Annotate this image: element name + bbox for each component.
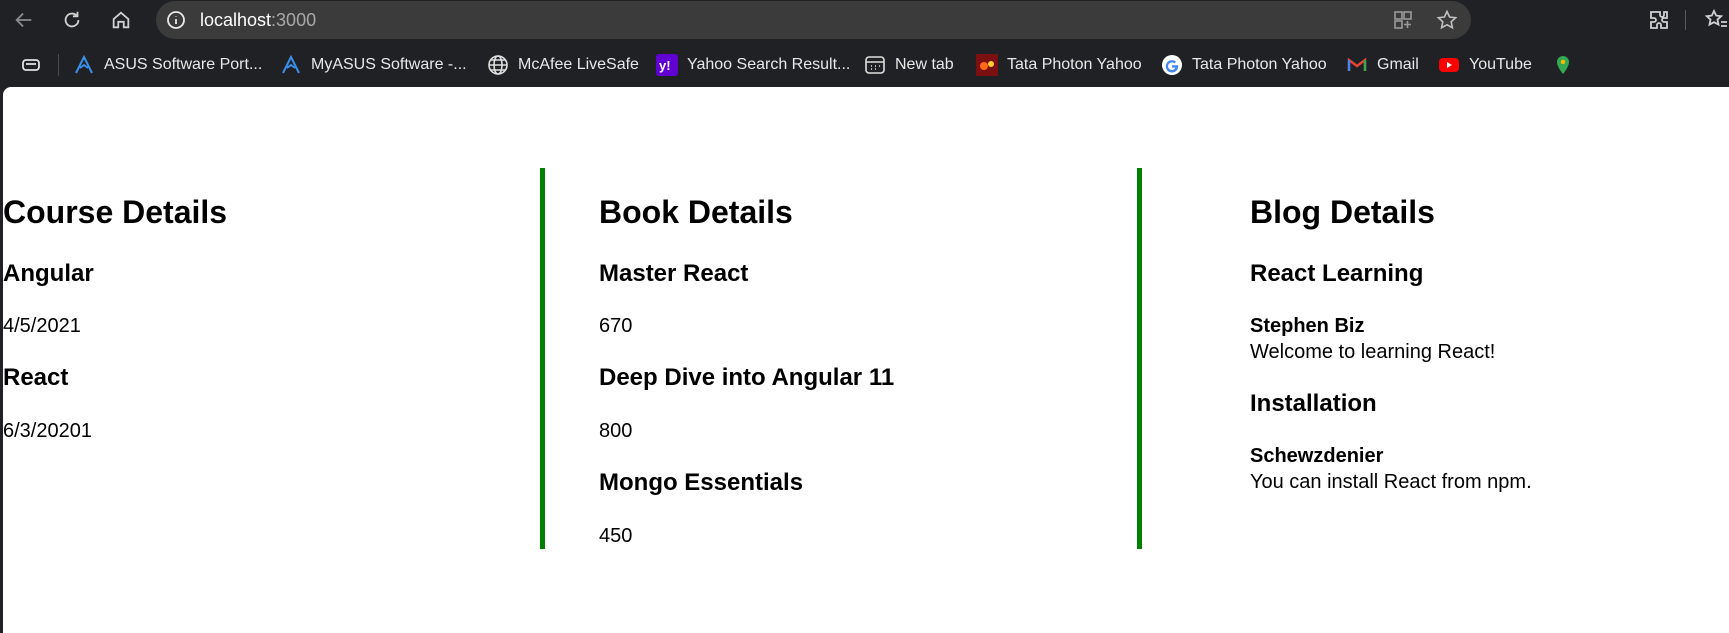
bookmark-label: YouTube [1469, 56, 1532, 73]
bookmark-label: New tab [895, 56, 954, 73]
bookmark-label: McAfee LiveSafe [518, 56, 639, 73]
book-price: 670 [599, 315, 633, 337]
youtube-icon [1438, 54, 1460, 76]
book-name: Master React [599, 260, 749, 287]
page-viewport: Course Details Angular 4/5/2021 React 6/… [3, 87, 1729, 633]
bookmark-item[interactable]: Gmail [1346, 53, 1419, 77]
asus-icon [73, 54, 95, 76]
blog-author: Stephen Biz [1250, 315, 1365, 337]
bookmarks-separator [58, 54, 59, 76]
section-divider [540, 168, 545, 549]
blog-content: You can install React from npm. [1250, 471, 1532, 493]
book-details-heading: Book Details [599, 194, 793, 230]
course-details-heading: Course Details [3, 194, 228, 230]
bookmark-label: Tata Photon Yahoo [1192, 56, 1327, 73]
section-divider [1137, 168, 1142, 549]
bookmark-label: ASUS Software Port... [104, 56, 263, 73]
svg-text:y!: y! [659, 58, 671, 73]
bookmark-label: Tata Photon Yahoo [1007, 56, 1142, 73]
bookmark-folder-icon[interactable] [20, 53, 42, 77]
bookmark-item[interactable]: New tab [864, 53, 954, 77]
bookmark-item[interactable]: Tata Photon Yahoo [976, 53, 1142, 77]
google-icon [1161, 54, 1183, 76]
maps-icon[interactable] [1552, 53, 1574, 77]
blog-title: React Learning [1250, 260, 1424, 287]
url-text[interactable]: localhost:3000 [200, 10, 316, 31]
reload-icon[interactable] [56, 4, 88, 36]
course-name: Angular [3, 260, 94, 287]
tata-icon [976, 54, 998, 76]
new-tab-icon [864, 54, 886, 76]
home-icon[interactable] [105, 4, 137, 36]
bookmark-label: Yahoo Search Result... [687, 56, 851, 73]
bookmark-label: Gmail [1377, 56, 1419, 73]
blog-author: Schewzdenier [1250, 445, 1384, 467]
bookmark-item[interactable]: ASUS Software Port... [73, 53, 262, 77]
bookmark-item[interactable]: YouTube [1438, 53, 1532, 77]
bookmark-item[interactable]: y! Yahoo Search Result... [656, 53, 850, 77]
blog-content: Welcome to learning React! [1250, 341, 1496, 363]
globe-icon [487, 54, 509, 76]
book-name: Mongo Essentials [599, 469, 804, 496]
book-price: 450 [599, 525, 633, 547]
toolbar-separator [1685, 10, 1686, 30]
favorite-star-icon[interactable] [1436, 9, 1458, 31]
gmail-icon [1346, 54, 1368, 76]
course-date: 4/5/2021 [3, 315, 81, 337]
book-price: 800 [599, 420, 633, 442]
asus-icon [280, 54, 302, 76]
yahoo-icon: y! [656, 54, 678, 76]
bookmark-item[interactable]: McAfee LiveSafe [487, 53, 639, 77]
bookmark-item[interactable]: MyASUS Software -... [280, 53, 467, 77]
apps-icon[interactable] [1392, 9, 1414, 31]
address-bar[interactable]: localhost:3000 [156, 1, 1471, 39]
book-name: Deep Dive into Angular 11 [599, 364, 895, 391]
browser-toolbar: localhost:3000 [0, 0, 1729, 40]
blog-title: Installation [1250, 390, 1377, 417]
blog-details-heading: Blog Details [1250, 194, 1435, 230]
course-date: 6/3/20201 [3, 420, 92, 442]
extensions-icon[interactable] [1647, 8, 1671, 32]
bookmark-item[interactable]: Tata Photon Yahoo [1161, 53, 1327, 77]
bookmark-label: MyASUS Software -... [311, 56, 467, 73]
course-name: React [3, 364, 69, 391]
bookmarks-bar: ASUS Software Port... MyASUS Software -.… [0, 40, 1729, 87]
site-info-icon[interactable] [166, 10, 186, 30]
back-icon[interactable] [8, 4, 40, 36]
favorites-icon[interactable] [1704, 8, 1728, 32]
